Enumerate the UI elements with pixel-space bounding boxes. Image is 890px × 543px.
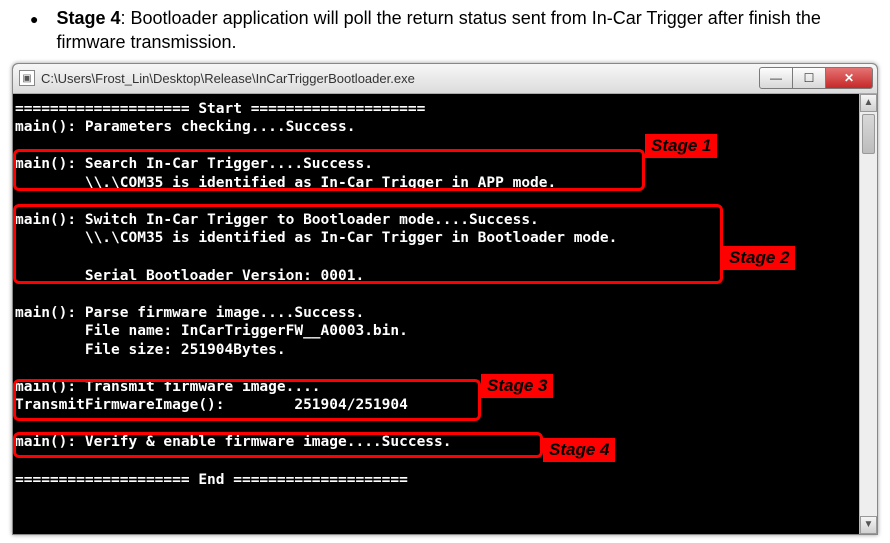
close-button[interactable]: ✕: [825, 67, 873, 89]
console-line: File name: InCarTriggerFW__A0003.bin.: [15, 323, 408, 339]
titlebar: ▣ C:\Users\Frost_Lin\Desktop\Release\InC…: [13, 64, 877, 94]
window-controls: — ☐ ✕: [760, 67, 873, 89]
console-line: ==================== End ===============…: [15, 472, 408, 488]
bullet-dot: ●: [30, 6, 38, 55]
console-line: main(): Verify & enable firmware image..…: [15, 434, 452, 450]
stage4-desc: : Bootloader application will poll the r…: [56, 8, 820, 52]
scroll-down-button[interactable]: ▼: [860, 516, 877, 534]
cmd-window: ▣ C:\Users\Frost_Lin\Desktop\Release\InC…: [12, 63, 878, 535]
instruction-bullet: ● Stage 4: Bootloader application will p…: [0, 0, 890, 59]
bullet-text: Stage 4: Bootloader application will pol…: [56, 6, 870, 55]
console-line: ==================== Start =============…: [15, 101, 425, 117]
console-wrap: ==================== Start =============…: [13, 94, 877, 534]
console-output: ==================== Start =============…: [13, 94, 877, 534]
console-line: main(): Parse firmware image....Success.: [15, 305, 364, 321]
console-line: main(): Transmit firmware image....: [15, 379, 321, 395]
minimize-button[interactable]: —: [759, 67, 793, 89]
console-line: main(): Switch In-Car Trigger to Bootloa…: [15, 212, 539, 228]
console-line: main(): Search In-Car Trigger....Success…: [15, 156, 373, 172]
maximize-button[interactable]: ☐: [792, 67, 826, 89]
console-line: File size: 251904Bytes.: [15, 342, 286, 358]
scroll-thumb[interactable]: [862, 114, 875, 154]
window-title: C:\Users\Frost_Lin\Desktop\Release\InCar…: [41, 71, 760, 86]
console-line: Serial Bootloader Version: 0001.: [15, 268, 364, 284]
app-icon: ▣: [19, 70, 35, 86]
console-line: \\.\COM35 is identified as In-Car Trigge…: [15, 230, 617, 246]
console-line: TransmitFirmwareImage(): 251904/251904: [15, 397, 408, 413]
console-line: \\.\COM35 is identified as In-Car Trigge…: [15, 175, 556, 191]
stage4-label: Stage 4: [56, 8, 120, 28]
scrollbar[interactable]: ▲ ▼: [859, 94, 877, 534]
console-line: main(): Parameters checking....Success.: [15, 119, 355, 135]
scroll-up-button[interactable]: ▲: [860, 94, 877, 112]
